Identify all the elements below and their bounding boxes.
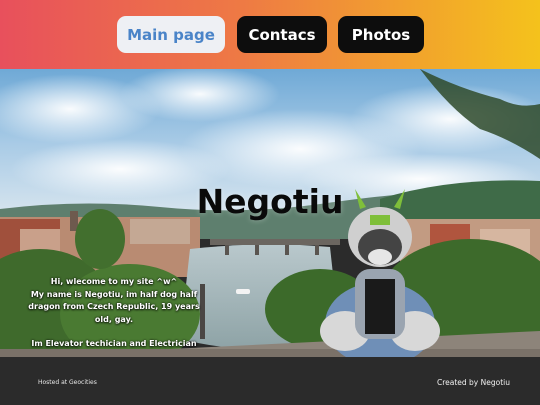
intro-bio: My name is Negotiu, im half dog half dra… (28, 289, 200, 324)
nav-photos-button[interactable]: Photos (338, 16, 424, 53)
site-header: Main page Contacs Photos (0, 0, 540, 69)
hero-title: Negotiu (196, 182, 344, 221)
intro-welcome: Hi, wlecome to my site ^w^ (50, 277, 178, 286)
intro-text: Hi, wlecome to my site ^w^ My name is Ne… (26, 276, 202, 351)
nav-contacs-button[interactable]: Contacs (237, 16, 327, 53)
hero-section: Negotiu Hi, wlecome to my site ^w^ My na… (0, 69, 540, 357)
footer-created-text: Created by Negotiu (436, 378, 510, 387)
site-footer: Hosted at Geocities Created by Negotiu (0, 357, 540, 405)
nav-main-page-button[interactable]: Main page (117, 16, 225, 53)
intro-job: Im Elevator techician and Electrician (31, 339, 197, 348)
footer-hosted-text: Hosted at Geocities (38, 379, 97, 386)
